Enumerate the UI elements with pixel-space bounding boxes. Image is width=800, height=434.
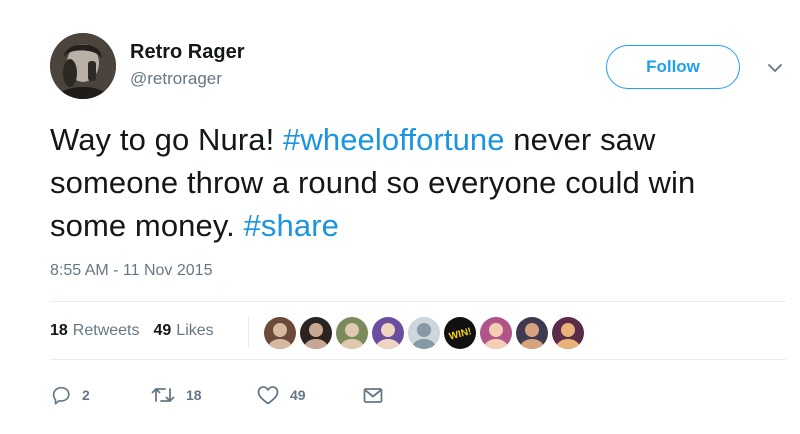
chevron-down-icon[interactable] [765,58,785,78]
retweets-label: Retweets [72,322,140,339]
retweet-action[interactable]: 18 [150,384,256,406]
likes-count: 49 [153,322,172,339]
retweets-count: 18 [50,322,68,339]
reply-action[interactable]: 2 [50,384,150,406]
liker-avatar-2[interactable] [300,317,332,349]
retweet-icon [150,384,176,406]
hashtag-link[interactable]: #wheeloffortune [283,122,505,157]
envelope-icon [362,385,384,405]
like-count: 49 [290,387,306,403]
reply-icon [50,384,72,406]
liker-avatar-1[interactable] [264,317,296,349]
tweet-text-segment: Way to go Nura! [50,122,284,157]
liker-avatar-win[interactable]: WIN! [444,317,476,349]
tweet-timestamp[interactable]: 8:55 AM - 11 Nov 2015 [50,262,212,280]
like-action[interactable]: 49 [256,384,362,406]
liker-avatar-4[interactable] [372,317,404,349]
retweets-stat[interactable]: 18 Retweets [50,322,140,340]
reply-count: 2 [82,387,90,403]
likes-label: Likes [176,322,214,339]
engagement-stats: 18 Retweets 49 Likes [50,322,228,340]
liker-avatar-default[interactable] [408,317,440,349]
follow-button[interactable]: Follow [606,45,740,89]
hashtag-link[interactable]: #share [244,208,339,243]
divider [50,359,786,360]
user-handle[interactable]: @retrorager [130,69,222,89]
direct-message-action[interactable] [362,385,384,405]
stats-separator [248,316,249,348]
user-avatar[interactable] [50,33,116,99]
tweet-text: Way to go Nura! #wheeloffortune never sa… [50,118,770,247]
heart-icon [256,384,280,406]
likes-stat[interactable]: 49 Likes [154,322,214,340]
liker-avatar-8[interactable] [516,317,548,349]
liker-avatars: WIN! [264,316,588,350]
retweet-count: 18 [186,387,202,403]
divider [50,301,786,302]
liker-avatar-3[interactable] [336,317,368,349]
liker-avatar-7[interactable] [480,317,512,349]
action-bar: 2 18 49 [50,382,384,408]
display-name[interactable]: Retro Rager [130,41,244,64]
liker-avatar-9[interactable] [552,317,584,349]
tweet-card: Retro Rager @retrorager Follow Way to go… [0,0,800,434]
avatar-photo [50,33,116,99]
